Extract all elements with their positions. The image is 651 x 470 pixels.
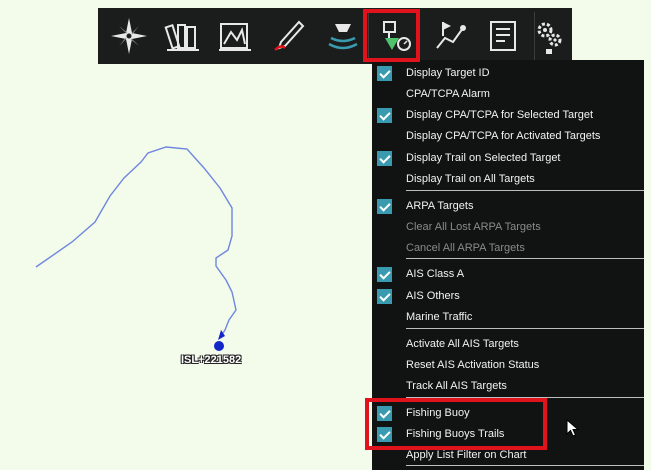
target-dot [214, 341, 224, 351]
menu-divider [406, 190, 644, 191]
mouse-cursor-icon [566, 419, 580, 437]
menu-item[interactable]: Marine Traffic [372, 307, 644, 328]
highlight-fishing-buoy-items [365, 398, 547, 450]
menu-item-label: Activate All AIS Targets [406, 338, 519, 350]
checkmark-icon [377, 289, 392, 304]
compass-rose-button[interactable] [104, 10, 154, 62]
menu-item[interactable]: Display Trail on All Targets [372, 169, 644, 190]
menu-item[interactable]: Display CPA/TCPA for Selected Target [372, 105, 644, 126]
menu-divider [406, 328, 644, 329]
route-pen-icon [274, 20, 305, 51]
ship-radar-button[interactable] [318, 10, 368, 62]
menu-item-label: Apply List Filter on Chart [406, 449, 527, 461]
gears-button[interactable] [526, 10, 572, 62]
checkmark-icon [377, 267, 392, 282]
menu-item[interactable]: Activate All AIS Targets [372, 334, 644, 355]
menu-item-label: Clear All Lost ARPA Targets [406, 221, 541, 233]
menu-item[interactable]: Display Trail on Selected Target [372, 148, 644, 169]
menu-divider [406, 258, 644, 259]
waypoint-route-button[interactable] [426, 10, 476, 62]
menu-item-label: Display Trail on All Targets [406, 173, 535, 185]
toolbar [98, 8, 572, 64]
menu-item[interactable]: CPA/TCPA Alarm [372, 84, 644, 105]
menu-item-label: Reset AIS Activation Status [406, 359, 540, 371]
menu-item[interactable]: ARPA Targets [372, 196, 644, 217]
menu-item-label: Display CPA/TCPA for Activated Targets [406, 130, 601, 142]
highlight-target-button [363, 9, 420, 62]
menu-item-label: Track All AIS Targets [406, 380, 507, 392]
menu-item[interactable]: AIS Class A [372, 264, 644, 285]
chart-layers-button[interactable] [210, 10, 260, 62]
logbook-icon [490, 21, 516, 51]
chart-layers-icon [219, 23, 251, 51]
route-pen-button[interactable] [264, 10, 314, 62]
menu-item[interactable]: Display CPA/TCPA for Activated Targets [372, 126, 644, 147]
menu-item-label: AIS Others [406, 290, 460, 302]
menu-item-label: CPA/TCPA Alarm [406, 88, 490, 100]
ship-radar-icon [328, 24, 358, 50]
checkmark-icon [377, 66, 392, 81]
chart-books-icon [164, 24, 199, 51]
menu-item[interactable]: AIS Others [372, 286, 644, 307]
menu-item-label: ARPA Targets [406, 200, 474, 212]
menu-item-label: Display CPA/TCPA for Selected Target [406, 109, 594, 121]
menu-divider [406, 465, 644, 466]
track-line [35, 146, 237, 337]
menu-item-label: Cancel All ARPA Targets [406, 242, 525, 254]
target-label: ISL+221582 [181, 354, 242, 366]
waypoint-route-icon [436, 22, 466, 49]
menu-item[interactable]: Reset AIS Activation Status [372, 355, 644, 376]
menu-item-label: Display Trail on Selected Target [406, 152, 561, 164]
gears-icon [537, 22, 562, 54]
checkmark-icon [377, 151, 392, 166]
checkmark-icon [377, 199, 392, 214]
logbook-button[interactable] [478, 10, 528, 62]
menu-item: Cancel All ARPA Targets [372, 238, 644, 259]
checkmark-icon [377, 108, 392, 123]
menu-item-label: AIS Class A [406, 268, 465, 280]
menu-item[interactable]: Display Target ID [372, 63, 644, 84]
chart-books-button[interactable] [158, 10, 208, 62]
compass-rose-icon [111, 18, 147, 54]
menu-item: Clear All Lost ARPA Targets [372, 217, 644, 238]
menu-item-label: Marine Traffic [406, 311, 473, 323]
menu-item-label: Display Target ID [406, 67, 490, 79]
menu-item[interactable]: Track All AIS Targets [372, 376, 644, 397]
